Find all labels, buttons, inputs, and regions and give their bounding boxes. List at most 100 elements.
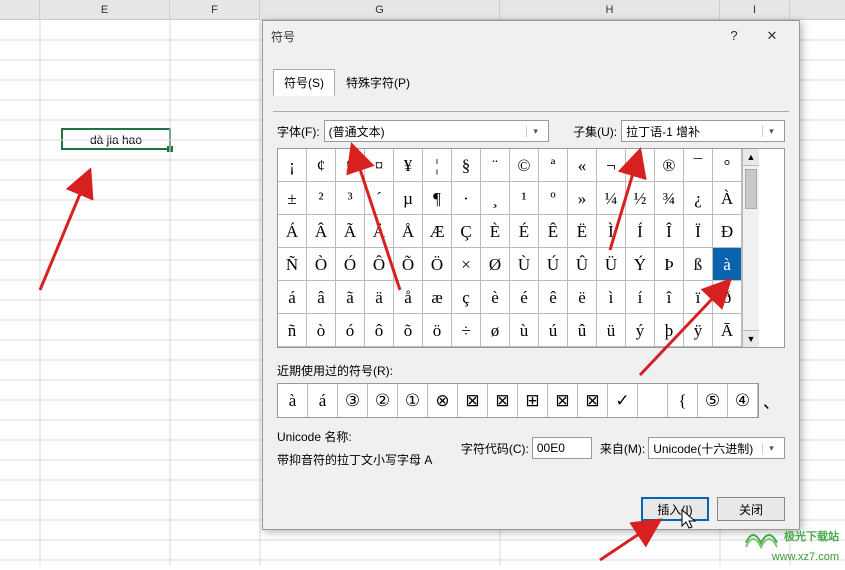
char-cell[interactable]: ø bbox=[481, 314, 510, 347]
col-f[interactable]: F bbox=[170, 0, 260, 19]
char-cell[interactable]: ¯ bbox=[684, 149, 713, 182]
char-cell[interactable]: ³ bbox=[336, 182, 365, 215]
char-cell[interactable]: ê bbox=[539, 281, 568, 314]
char-cell[interactable]: å bbox=[394, 281, 423, 314]
char-cell[interactable]: ò bbox=[307, 314, 336, 347]
char-cell[interactable]: ¦ bbox=[423, 149, 452, 182]
recent-cell[interactable]: ③ bbox=[338, 384, 368, 417]
char-cell[interactable]: þ bbox=[655, 314, 684, 347]
char-cell[interactable]: Ó bbox=[336, 248, 365, 281]
scroll-down-icon[interactable]: ▼ bbox=[743, 330, 759, 347]
char-cell[interactable]: · bbox=[452, 182, 481, 215]
char-cell[interactable]: Î bbox=[655, 215, 684, 248]
char-cell[interactable]: Æ bbox=[423, 215, 452, 248]
char-cell[interactable]: ¶ bbox=[423, 182, 452, 215]
char-cell[interactable]: ² bbox=[307, 182, 336, 215]
char-cell[interactable]: ¼ bbox=[597, 182, 626, 215]
char-cell[interactable]: ü bbox=[597, 314, 626, 347]
char-cell[interactable]: « bbox=[568, 149, 597, 182]
char-cell[interactable]: ¡ bbox=[278, 149, 307, 182]
char-cell[interactable]: ö bbox=[423, 314, 452, 347]
char-cell[interactable]: ¬ bbox=[597, 149, 626, 182]
char-cell[interactable]: ì bbox=[597, 281, 626, 314]
char-cell[interactable]: û bbox=[568, 314, 597, 347]
char-cell[interactable]: Ü bbox=[597, 248, 626, 281]
char-cell[interactable]: ï bbox=[684, 281, 713, 314]
col-i[interactable]: I bbox=[720, 0, 790, 19]
help-button[interactable]: ? bbox=[715, 22, 753, 50]
close-window-button[interactable]: ✕ bbox=[753, 22, 791, 50]
char-cell[interactable]: ¤ bbox=[365, 149, 394, 182]
char-cell[interactable]: É bbox=[510, 215, 539, 248]
char-cell[interactable]: ß bbox=[684, 248, 713, 281]
recent-cell[interactable]: ✓ bbox=[608, 384, 638, 417]
char-cell[interactable]: © bbox=[510, 149, 539, 182]
char-cell[interactable]: ÿ bbox=[684, 314, 713, 347]
char-cell[interactable]: Ã bbox=[336, 215, 365, 248]
char-cell[interactable]: ù bbox=[510, 314, 539, 347]
char-cell[interactable]: Í bbox=[626, 215, 655, 248]
char-cell[interactable]: á bbox=[278, 281, 307, 314]
tab-symbols[interactable]: 符号(S) bbox=[273, 69, 335, 96]
char-cell[interactable]: ± bbox=[278, 182, 307, 215]
recent-cell[interactable] bbox=[638, 384, 668, 417]
char-cell[interactable]: ¨ bbox=[481, 149, 510, 182]
recent-cell[interactable]: ⊞ bbox=[518, 384, 548, 417]
col-g[interactable]: G bbox=[260, 0, 500, 19]
recent-cell[interactable]: ⊠ bbox=[488, 384, 518, 417]
char-cell[interactable]: ¢ bbox=[307, 149, 336, 182]
char-cell[interactable]: è bbox=[481, 281, 510, 314]
char-cell[interactable]: ½ bbox=[626, 182, 655, 215]
char-cell[interactable]: ð bbox=[713, 281, 742, 314]
char-cell[interactable]: Ý bbox=[626, 248, 655, 281]
recent-cell[interactable]: ② bbox=[368, 384, 398, 417]
char-cell[interactable]: ¸ bbox=[481, 182, 510, 215]
char-cell[interactable]: à bbox=[713, 248, 742, 281]
scroll-thumb[interactable] bbox=[745, 169, 757, 209]
char-cell[interactable]: Ä bbox=[365, 215, 394, 248]
recent-cell[interactable]: á bbox=[308, 384, 338, 417]
char-cell[interactable]: Â bbox=[307, 215, 336, 248]
recent-cell[interactable]: ⊗ bbox=[428, 384, 458, 417]
char-cell[interactable]: Õ bbox=[394, 248, 423, 281]
char-cell[interactable]: Ô bbox=[365, 248, 394, 281]
char-cell[interactable]: Þ bbox=[655, 248, 684, 281]
char-cell[interactable]: ÷ bbox=[452, 314, 481, 347]
char-cell[interactable]: ú bbox=[539, 314, 568, 347]
close-button[interactable]: 关闭 bbox=[717, 497, 785, 521]
char-cell[interactable]: Å bbox=[394, 215, 423, 248]
vertical-scrollbar[interactable]: ▲ ▼ bbox=[742, 149, 759, 347]
char-cell[interactable]: È bbox=[481, 215, 510, 248]
char-cell[interactable]: Ö bbox=[423, 248, 452, 281]
char-cell[interactable]: Ú bbox=[539, 248, 568, 281]
recent-cell[interactable]: à bbox=[278, 384, 308, 417]
char-cell[interactable]: Û bbox=[568, 248, 597, 281]
char-cell[interactable]: Ø bbox=[481, 248, 510, 281]
char-cell[interactable]: æ bbox=[423, 281, 452, 314]
from-select[interactable]: Unicode(十六进制) ▾ bbox=[648, 437, 785, 459]
col-h[interactable]: H bbox=[500, 0, 720, 19]
subset-select[interactable]: 拉丁语-1 增补 ▾ bbox=[621, 120, 785, 142]
char-cell[interactable]: é bbox=[510, 281, 539, 314]
col-e[interactable]: E bbox=[40, 0, 170, 19]
font-select[interactable]: (普通文本) ▾ bbox=[324, 120, 549, 142]
char-cell[interactable]: º bbox=[539, 182, 568, 215]
recent-cell[interactable]: ① bbox=[398, 384, 428, 417]
char-cell[interactable]: ° bbox=[713, 149, 742, 182]
char-cell[interactable]: ó bbox=[336, 314, 365, 347]
char-cell[interactable]: § bbox=[452, 149, 481, 182]
char-code-input[interactable] bbox=[532, 437, 592, 459]
recent-cell[interactable]: ⑤ bbox=[698, 384, 728, 417]
char-cell[interactable]: Ù bbox=[510, 248, 539, 281]
char-cell[interactable]: Ì bbox=[597, 215, 626, 248]
char-cell[interactable]: Ð bbox=[713, 215, 742, 248]
char-cell[interactable]: Ï bbox=[684, 215, 713, 248]
tab-special[interactable]: 特殊字符(P) bbox=[335, 69, 421, 96]
char-cell[interactable]: Á bbox=[278, 215, 307, 248]
char-cell[interactable]: ô bbox=[365, 314, 394, 347]
char-cell[interactable]: ¹ bbox=[510, 182, 539, 215]
char-cell[interactable]: × bbox=[452, 248, 481, 281]
recent-cell[interactable]: ⊠ bbox=[548, 384, 578, 417]
char-cell[interactable]: ® bbox=[655, 149, 684, 182]
char-cell[interactable]: î bbox=[655, 281, 684, 314]
